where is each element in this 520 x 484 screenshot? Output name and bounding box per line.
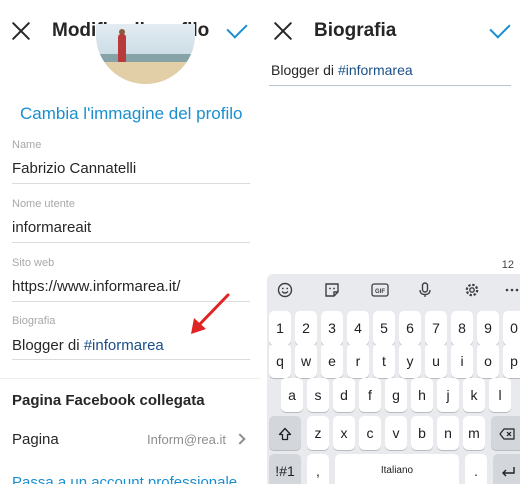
key-v[interactable]: v — [385, 416, 407, 450]
key-u[interactable]: u — [425, 344, 447, 378]
key-s[interactable]: s — [307, 378, 329, 412]
key-0[interactable]: 0 — [503, 311, 520, 345]
key-l[interactable]: l — [489, 378, 511, 412]
switch-to-professional-link[interactable]: Passa a un account professionale — [12, 474, 237, 484]
bio-hashtag: #informarea — [337, 62, 413, 78]
bio-input-underline — [269, 85, 511, 86]
key-p[interactable]: p — [503, 344, 520, 378]
username-label: Nome utente — [12, 198, 75, 210]
key-e[interactable]: e — [321, 344, 343, 378]
red-arrow-annotation — [191, 293, 230, 334]
key-8[interactable]: 8 — [451, 311, 473, 345]
facebook-section-title: Pagina Facebook collegata — [12, 392, 205, 409]
bio-hashtag: #informarea — [83, 337, 164, 354]
key-k[interactable]: k — [463, 378, 485, 412]
shift-icon — [278, 428, 292, 441]
shift-key[interactable] — [269, 416, 301, 450]
confirm-check-icon[interactable] — [489, 17, 511, 39]
svg-text:GIF: GIF — [375, 289, 385, 295]
section-divider — [0, 378, 260, 379]
enter-key[interactable] — [493, 454, 520, 484]
key-j[interactable]: j — [437, 378, 459, 412]
mic-icon[interactable] — [416, 282, 434, 298]
close-icon[interactable] — [10, 20, 32, 42]
key-g[interactable]: g — [385, 378, 407, 412]
key-7[interactable]: 7 — [425, 311, 447, 345]
key-r[interactable]: r — [347, 344, 369, 378]
website-label: Sito web — [12, 257, 55, 269]
backspace-key[interactable] — [491, 416, 520, 450]
comma-key[interactable]: , — [307, 454, 329, 484]
username-field-underline — [12, 242, 250, 243]
key-i[interactable]: i — [451, 344, 473, 378]
enter-icon — [502, 467, 515, 477]
bio-editor-screen: Biografia Blogger di #informarea 12 GIF — [260, 0, 520, 484]
page-title: Biografia — [314, 20, 397, 41]
key-b[interactable]: b — [411, 416, 433, 450]
key-9[interactable]: 9 — [477, 311, 499, 345]
profile-avatar[interactable] — [96, 24, 195, 84]
key-h[interactable]: h — [411, 378, 433, 412]
confirm-check-icon[interactable] — [226, 17, 248, 39]
username-field[interactable]: informareait — [12, 219, 91, 236]
settings-icon[interactable] — [463, 282, 481, 298]
bio-text-prefix: Blogger di — [271, 62, 338, 78]
bio-field-underline — [12, 359, 250, 360]
key-f[interactable]: f — [359, 378, 381, 412]
key-d[interactable]: d — [333, 378, 355, 412]
more-icon[interactable] — [503, 282, 520, 298]
gif-icon[interactable]: GIF — [369, 282, 391, 298]
key-2[interactable]: 2 — [295, 311, 317, 345]
key-m[interactable]: m — [463, 416, 485, 450]
space-bar[interactable]: Italiano — [335, 454, 459, 484]
key-5[interactable]: 5 — [373, 311, 395, 345]
key-w[interactable]: w — [295, 344, 317, 378]
keyboard-toolbar: GIF — [267, 274, 520, 306]
key-t[interactable]: t — [373, 344, 395, 378]
backspace-icon — [499, 428, 515, 440]
sticker-icon[interactable] — [323, 282, 341, 298]
name-field-underline — [12, 183, 250, 184]
key-4[interactable]: 4 — [347, 311, 369, 345]
on-screen-keyboard: GIF 1 2 3 4 5 6 7 8 9 0 q w e r t y u i … — [267, 274, 520, 484]
key-q[interactable]: q — [269, 344, 291, 378]
key-c[interactable]: c — [359, 416, 381, 450]
period-key[interactable]: . — [465, 454, 487, 484]
key-1[interactable]: 1 — [269, 311, 291, 345]
website-field[interactable]: https://www.informarea.it/ — [12, 278, 180, 295]
key-6[interactable]: 6 — [399, 311, 421, 345]
bio-field[interactable]: Blogger di #informarea — [12, 337, 164, 354]
symbols-key[interactable]: !#1 — [269, 454, 301, 484]
facebook-page-label[interactable]: Pagina — [12, 431, 59, 448]
close-icon[interactable] — [272, 20, 294, 42]
key-x[interactable]: x — [333, 416, 355, 450]
name-label: Name — [12, 139, 42, 151]
bio-input[interactable]: Blogger di #informarea — [271, 62, 413, 78]
key-o[interactable]: o — [477, 344, 499, 378]
bio-label: Biografia — [12, 315, 56, 327]
facebook-page-value[interactable]: Inform@rea.it — [147, 432, 226, 447]
key-3[interactable]: 3 — [321, 311, 343, 345]
character-counter: 12 — [501, 259, 514, 271]
key-a[interactable]: a — [281, 378, 303, 412]
change-photo-link[interactable]: Cambia l'immagine del profilo — [20, 104, 242, 124]
key-z[interactable]: z — [307, 416, 329, 450]
chevron-right-icon[interactable] — [234, 433, 246, 445]
key-y[interactable]: y — [399, 344, 421, 378]
edit-profile-screen: Modifica il profilo Cambia l'immagine de… — [0, 0, 260, 484]
key-n[interactable]: n — [437, 416, 459, 450]
name-field[interactable]: Fabrizio Cannatelli — [12, 160, 136, 177]
emoji-icon[interactable] — [276, 282, 294, 298]
bio-text-prefix: Blogger di — [12, 337, 84, 354]
bio-editor-topbar: Biografia — [260, 0, 520, 62]
